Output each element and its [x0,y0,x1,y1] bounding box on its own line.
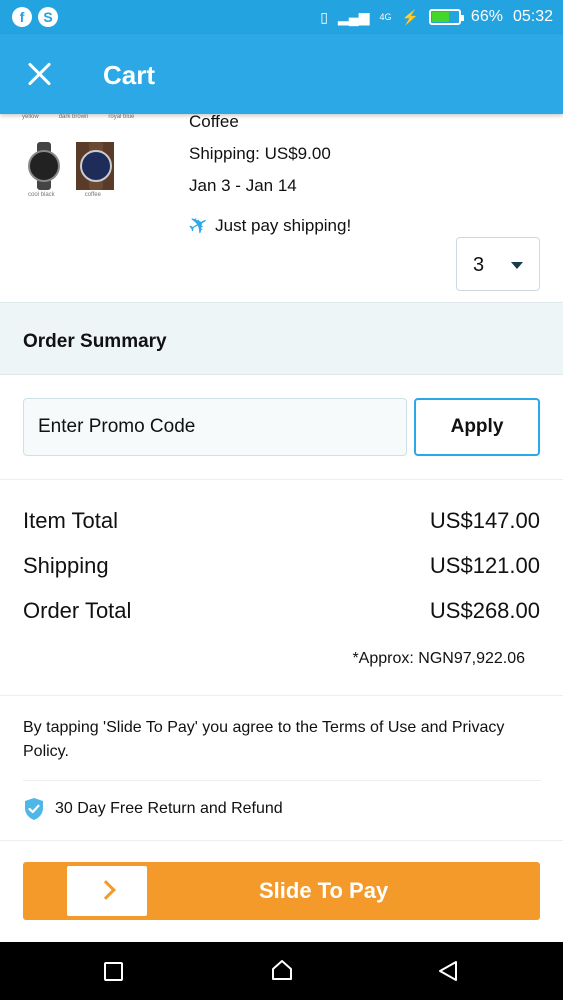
product-info: Coffee Shipping: US$9.00 Jan 3 - Jan 14 … [183,112,352,243]
close-icon[interactable] [26,60,54,88]
back-icon[interactable] [436,959,460,983]
order-summary-title: Order Summary [23,331,167,352]
total-amount: US$268.00 [429,598,540,623]
chevron-right-icon [96,880,116,900]
chevron-down-icon [511,262,523,269]
airplane-icon: ✈ [183,208,215,243]
item-total-row: Item Total US$147.00 [0,500,563,545]
total-label: Shipping [23,553,109,578]
app-bar: Cart [0,34,563,114]
watch-thumbnail-black [24,142,64,190]
total-amount: US$147.00 [429,508,540,533]
thumb-labels: yellow dark brown royal blue [22,114,134,120]
shipping-promo: ✈ Just pay shipping! [183,208,352,243]
total-amount: US$121.00 [429,553,540,578]
shipping-row: Shipping US$121.00 [0,545,563,590]
slide-to-pay-label: Slide To Pay [259,878,389,903]
delivery-window: Jan 3 - Jan 14 [189,176,297,195]
quantity-value: 3 [473,254,485,276]
thumb-label: royal blue [108,114,135,120]
status-bar: f S ▯ ▂▄▆ 4G ⚡ 66% 05:32 [0,0,563,34]
thumb-label: yellow [22,114,39,120]
product-variant: Coffee [189,112,239,131]
thumb-caption: cool black [28,192,55,198]
product-shipping: Shipping: US$9.00 [189,144,331,163]
vibrate-icon: ▯ [320,9,329,25]
promo-code-row: Apply [0,375,563,480]
clock: 05:32 [512,8,553,25]
promo-code-input[interactable] [23,398,407,456]
refund-text: 30 Day Free Return and Refund [55,800,283,817]
quantity-select[interactable]: 3 [456,237,540,291]
thumb-captions: cool black coffee [28,192,101,198]
shipping-promo-text: Just pay shipping! [215,216,352,235]
signal-icon: ▂▄▆ [338,9,370,25]
system-nav-bar [0,942,563,1000]
recent-apps-icon[interactable] [104,962,123,981]
shield-icon [25,798,43,820]
app-notification-icon: S [38,7,58,27]
terms-notice[interactable]: By tapping 'Slide To Pay' you agree to t… [23,716,541,764]
battery-icon [428,9,464,25]
total-label: Item Total [23,508,118,533]
totals: Item Total US$147.00 Shipping US$121.00 … [0,500,563,635]
charging-icon: ⚡ [401,9,419,25]
battery-percent: 66% [470,8,503,25]
thumb-caption: coffee [84,192,101,198]
facebook-icon: f [12,7,32,27]
home-icon[interactable] [270,958,294,982]
divider [23,780,541,781]
order-summary-header: Order Summary [0,302,563,375]
page-title: Cart [103,60,156,90]
divider [0,695,563,696]
apply-button[interactable]: Apply [414,398,540,456]
divider [0,840,563,841]
order-total-row: Order Total US$268.00 [0,590,563,635]
network-type: 4G [379,12,392,22]
thumb-label: dark brown [58,114,89,120]
cart-item: yellow dark brown royal blue cool black … [0,112,563,302]
slide-handle[interactable] [67,866,147,916]
slide-to-pay-bar[interactable]: Slide To Pay [23,862,540,920]
total-label: Order Total [23,598,132,623]
refund-notice: 30 Day Free Return and Refund [23,797,283,821]
approx-local-currency: *Approx: NGN97,922.06 [352,650,525,667]
watch-thumbnail-coffee [76,142,114,190]
product-thumbnails[interactable] [24,142,114,190]
